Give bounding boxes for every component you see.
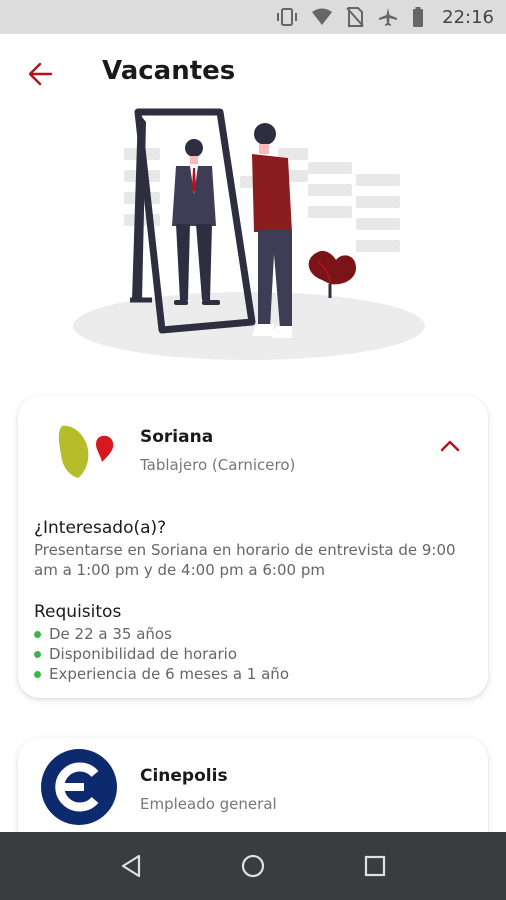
status-time: 22:16 (442, 6, 494, 28)
job-title: Tablajero (Carnicero) (140, 456, 296, 474)
bullet-dot (34, 670, 41, 678)
cinepolis-logo (40, 748, 118, 826)
nav-back-button[interactable] (107, 842, 155, 890)
interest-heading: ¿Interesado(a)? (34, 518, 167, 538)
soriana-logo (48, 416, 118, 486)
company-name: Soriana (140, 427, 214, 447)
back-triangle-icon (121, 854, 141, 878)
requirement-item: Experiencia de 6 meses a 1 año (34, 664, 289, 684)
no-sim-icon (346, 7, 364, 27)
status-bar: 22:16 (0, 0, 506, 34)
requirement-item: Disponibilidad de horario (34, 644, 289, 664)
arrow-left-icon (28, 62, 53, 86)
page-title: Vacantes (102, 56, 236, 86)
requirements-heading: Requisitos (34, 602, 122, 622)
airplane-icon (378, 7, 398, 27)
back-button[interactable] (24, 58, 56, 90)
home-circle-icon (241, 854, 265, 878)
wifi-icon (312, 8, 333, 26)
bullet-dot (34, 650, 41, 658)
company-name: Cinepolis (140, 766, 228, 786)
interest-text: Presentarse en Soriana en horario de ent… (34, 541, 456, 579)
job-title: Empleado general (140, 795, 277, 813)
recents-square-icon (364, 855, 386, 877)
mirror-illustration (60, 104, 450, 366)
requirement-text: Disponibilidad de horario (49, 645, 238, 663)
nav-recents-button[interactable] (351, 842, 399, 890)
requirement-text: De 22 a 35 años (49, 625, 172, 643)
chevron-up-icon (440, 440, 460, 452)
vibrate-icon (276, 7, 298, 27)
requirement-text: Experiencia de 6 meses a 1 año (49, 665, 289, 683)
battery-icon (412, 7, 424, 27)
bullet-dot (34, 630, 41, 638)
requirement-item: De 22 a 35 años (34, 624, 289, 644)
collapse-button[interactable] (438, 434, 462, 458)
nav-home-button[interactable] (229, 842, 277, 890)
system-nav-bar (0, 832, 506, 900)
app-header: Vacantes (0, 34, 506, 114)
requirements-list: De 22 a 35 años Disponibilidad de horari… (34, 624, 289, 684)
vacancy-card-soriana[interactable]: Soriana Tablajero (Carnicero) ¿Interesad… (18, 396, 488, 698)
